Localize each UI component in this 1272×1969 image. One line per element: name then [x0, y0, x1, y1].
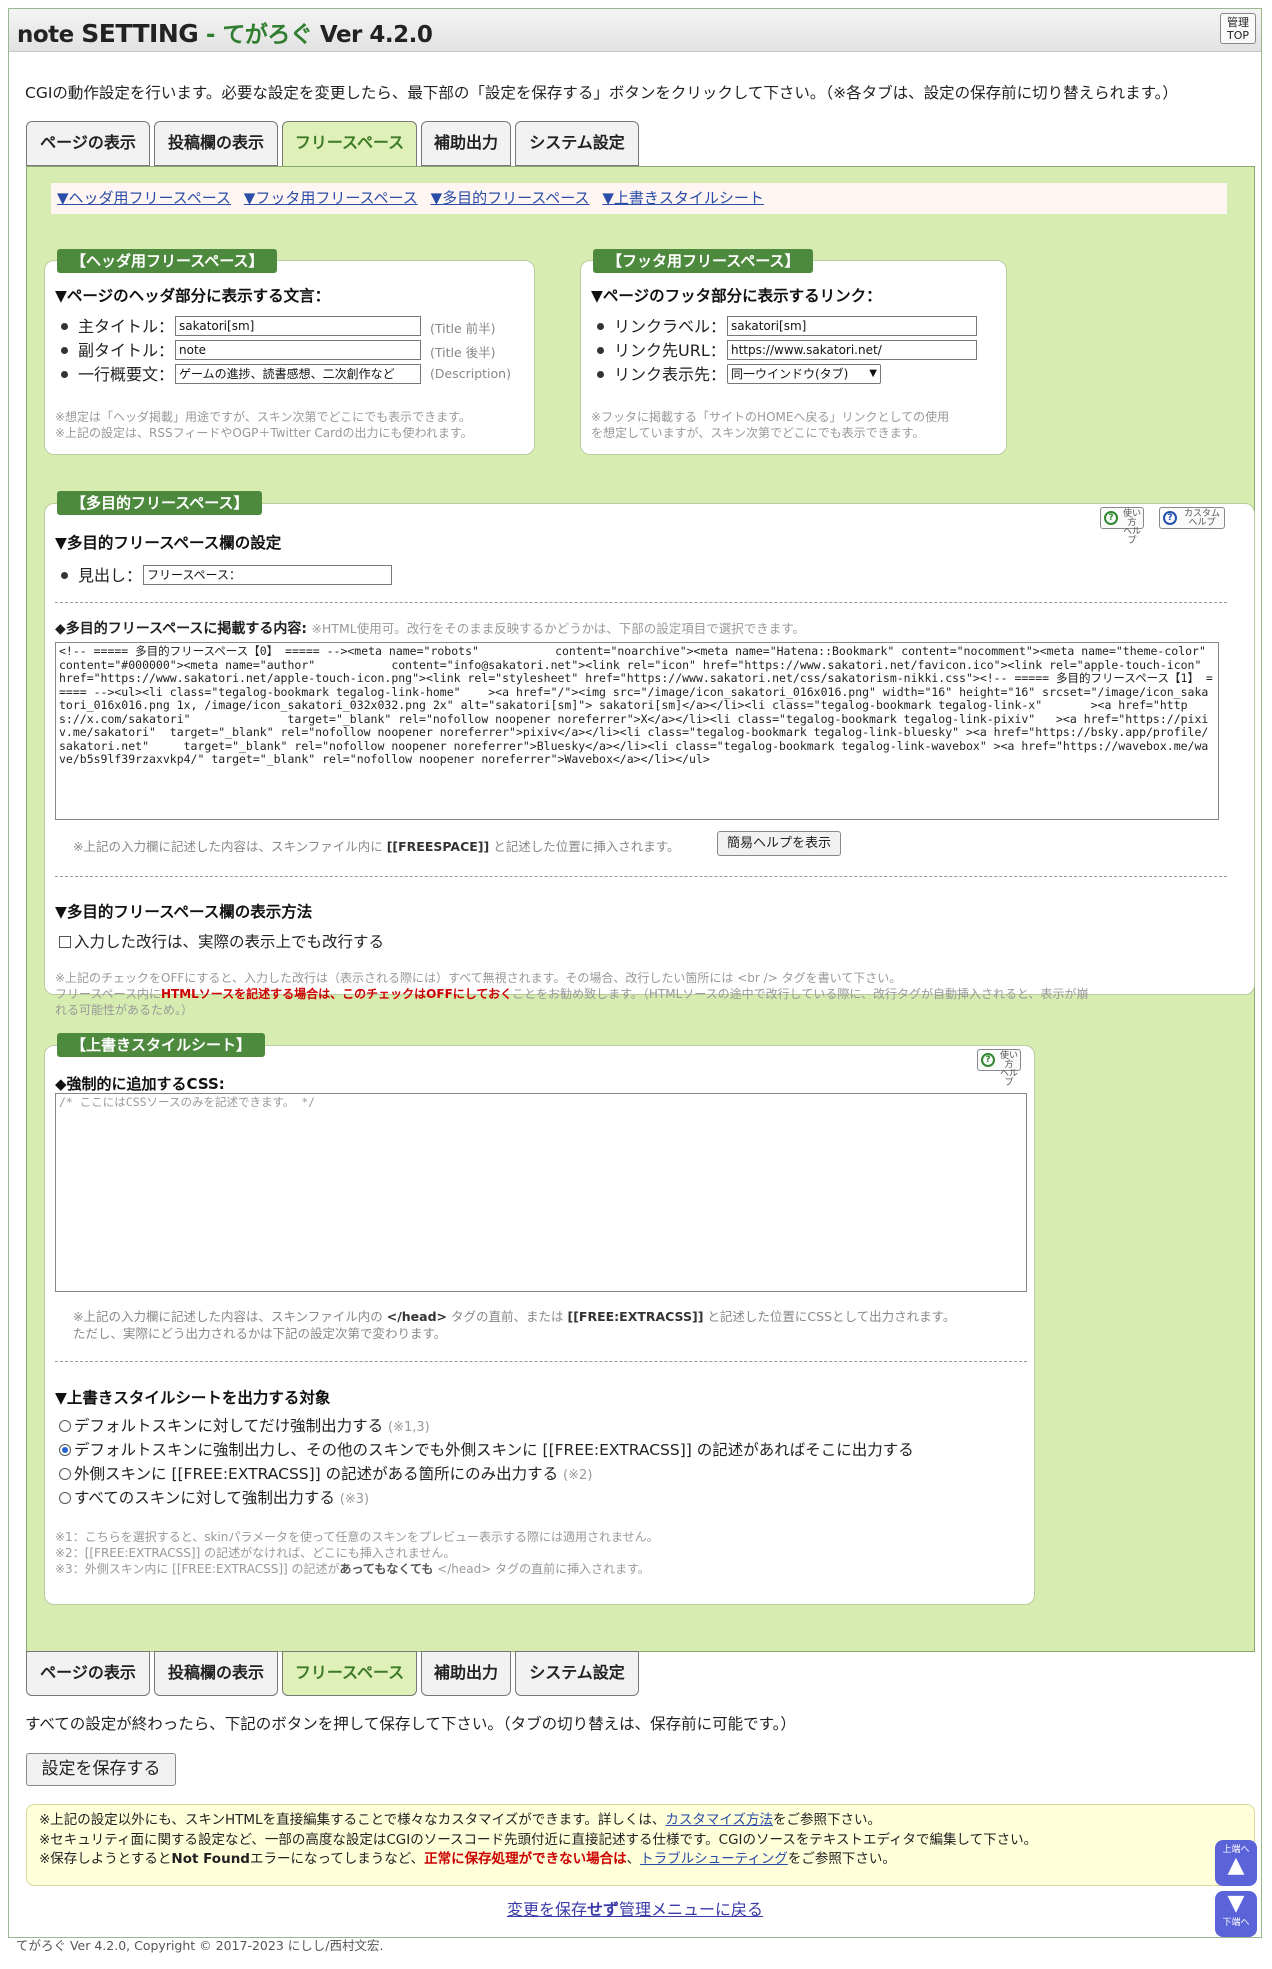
css-target-option-1[interactable]: デフォルトスキンに対してだけ強制出力する (※1,3)	[59, 1414, 430, 1436]
newline-checkbox[interactable]	[59, 936, 71, 948]
settings-window: note SETTING - てがろぐ Ver 4.2.0 管理 TOP CGI…	[8, 8, 1262, 1938]
anchor-links: ▼ヘッダ用フリースペース ▼フッタ用フリースペース ▼多目的フリースペース ▼上…	[51, 183, 1227, 214]
header-freespace-box: ▼ページのヘッダ部分に表示する文言： 主タイトル： sakatori[sm] (…	[44, 260, 535, 455]
footer-note-2: を想定していますが、スキン次第でどこにでも表示できます。	[591, 426, 925, 440]
footer-freespace-heading: ▼ページのフッタ部分に表示するリンク：	[591, 287, 882, 305]
multi-freespace-label: 【多目的フリースペース】	[57, 491, 263, 515]
link-url-label: リンク先URL：	[591, 337, 726, 361]
admin-top-button[interactable]: 管理 TOP	[1220, 13, 1256, 44]
override-css-label: 【上書きスタイルシート】	[57, 1033, 266, 1057]
anchor-header-freespace[interactable]: ▼ヘッダ用フリースペース	[57, 189, 231, 207]
css-target-option-3[interactable]: 外側スキンに [[FREE:EXTRACSS]] の記述がある箇所にのみ出力する…	[59, 1462, 592, 1484]
multi-freespace-textarea[interactable]: <!-- ===== 多目的フリースペース【0】 ===== --><meta …	[55, 642, 1219, 820]
midashi-label: 見出し：	[55, 562, 142, 586]
css-target-option-2[interactable]: デフォルトスキンに強制出力し、その他のスキンでも外側スキンに [[FREE:EX…	[59, 1438, 914, 1460]
tab-page-display[interactable]: ページの表示	[26, 1651, 150, 1696]
save-button[interactable]: 設定を保存する	[26, 1753, 176, 1786]
main-title-input[interactable]: sakatori[sm]	[175, 316, 421, 336]
page-title: note SETTING - てがろぐ Ver 4.2.0	[17, 19, 433, 48]
scroll-to-bottom-button[interactable]: ▼ 下端へ	[1215, 1891, 1257, 1937]
customize-link[interactable]: カスタマイズ方法	[665, 1812, 773, 1828]
header-description-label: 一行概要文：	[55, 361, 174, 385]
help-icon: ?	[981, 1053, 995, 1067]
tab-system-settings[interactable]: システム設定	[515, 121, 639, 166]
header-note-1: ※想定は「ヘッダ掲載」用途ですが、スキン次第でどこにでも表示できます。	[55, 410, 471, 424]
description-input[interactable]: ゲームの進捗、読書感想、二次創作など	[175, 364, 421, 384]
intro-text: CGIの動作設定を行います。必要な設定を変更したら、最下部の「設定を保存する」ボ…	[25, 84, 1178, 102]
custom-help-button[interactable]: ? カスタム ヘルプ	[1159, 507, 1225, 529]
footer-freespace-label: 【フッタ用フリースペース】	[593, 249, 814, 273]
tab-page-display[interactable]: ページの表示	[26, 121, 150, 166]
radio-button[interactable]	[59, 1468, 71, 1480]
link-target-select[interactable]: 同一ウインドウ(タブ) ▼	[727, 364, 881, 384]
newline-checkbox-row[interactable]: 入力した改行は、実際の表示上でも改行する	[59, 930, 384, 952]
tab-aux-output[interactable]: 補助出力	[421, 121, 511, 166]
content-heading-row: ◆多目的フリースペースに掲載する内容: ※HTML使用可。改行をそのまま反映する…	[55, 621, 805, 637]
tab-aux-output[interactable]: 補助出力	[421, 1651, 511, 1696]
sub-title-input[interactable]: note	[175, 340, 421, 360]
footer-note-1: ※フッタに掲載する「サイトのHOMEへ戻る」リンクとしての使用	[591, 410, 950, 424]
header-note-2: ※上記の設定は、RSSフィードやOGP＋Twitter Cardの出力にも使われ…	[55, 426, 473, 440]
arrow-up-icon: ▲	[1227, 1853, 1245, 1878]
anchor-footer-freespace[interactable]: ▼フッタ用フリースペース	[244, 189, 418, 207]
css-textarea[interactable]: /* ここにはCSSソースのみを記述できます。 */	[55, 1093, 1027, 1292]
multi-settings-heading: ▼多目的フリースペース欄の設定	[55, 534, 282, 552]
sub-title-hint: (Title 後半)	[430, 345, 496, 360]
tab-post-display[interactable]: 投稿欄の表示	[154, 1651, 278, 1696]
freespace-panel: ▼ヘッダ用フリースペース ▼フッタ用フリースペース ▼多目的フリースペース ▼上…	[26, 166, 1255, 1652]
header-freespace-heading: ▼ページのヘッダ部分に表示する文言：	[55, 287, 331, 305]
title-bar: note SETTING - てがろぐ Ver 4.2.0 管理 TOP	[9, 9, 1261, 52]
troubleshooting-link[interactable]: トラブルシューティング	[640, 1851, 788, 1867]
tab-system-settings[interactable]: システム設定	[515, 1651, 639, 1696]
arrow-down-icon: ▼	[1227, 1891, 1245, 1916]
usage-help-button[interactable]: ? 使い方 ヘルプ	[1100, 507, 1144, 546]
radio-button[interactable]	[59, 1492, 71, 1504]
chevron-down-icon: ▼	[869, 368, 877, 379]
css-footnotes: ※1：こちらを選択すると、skinパラメータを使って任意のスキンをプレビュー表示…	[55, 1530, 659, 1576]
main-title-hint: (Title 前半)	[430, 321, 496, 336]
header-sub-title-label: 副タイトル：	[55, 337, 174, 361]
divider	[55, 876, 1227, 877]
header-freespace-label: 【ヘッダ用フリースペース】	[57, 249, 278, 273]
scroll-to-top-button[interactable]: 上端へ ▲	[1215, 1840, 1257, 1886]
help-icon: ?	[1163, 511, 1177, 525]
tab-freespace[interactable]: フリースペース	[282, 121, 417, 167]
divider	[55, 602, 1227, 603]
radio-button-selected[interactable]	[59, 1444, 71, 1456]
link-label-label: リンクラベル：	[591, 313, 726, 337]
css-insert-note: ※上記の入力欄に記述した内容は、スキンファイル内の </head> タグの直前、…	[73, 1309, 956, 1341]
multi-notes: ※上記のチェックをOFFにすると、入力した改行は（表示される際には）すべて無視さ…	[55, 971, 1089, 1017]
back-to-admin-link[interactable]: 変更を保存せず管理メニューに戻る	[9, 1896, 1261, 1920]
description-hint: (Description)	[430, 366, 511, 381]
usage-help-button[interactable]: ? 使い方 ヘルプ	[977, 1049, 1021, 1088]
link-url-input[interactable]: https://www.sakatori.net/	[727, 340, 977, 360]
link-target-label: リンク表示先：	[591, 361, 726, 385]
divider	[55, 1361, 1027, 1362]
midashi-input[interactable]: フリースペース：	[143, 565, 392, 585]
radio-button[interactable]	[59, 1420, 71, 1432]
link-label-input[interactable]: sakatori[sm]	[727, 316, 977, 336]
save-instruction: すべての設定が終わったら、下記のボタンを押して保存して下さい。（タブの切り替えは…	[25, 1715, 796, 1733]
override-css-box: ? 使い方 ヘルプ ◆強制的に追加するCSS: /* ここにはCSSソースのみを記…	[44, 1045, 1035, 1605]
header-main-title-label: 主タイトル：	[55, 313, 174, 337]
footer-freespace-box: ▼ページのフッタ部分に表示するリンク： リンクラベル： sakatori[sm]…	[580, 260, 1007, 455]
css-target-heading: ▼上書きスタイルシートを出力する対象	[55, 1389, 331, 1407]
copyright-footer: てがろぐ Ver 4.2.0, Copyright © 2017-2023 にし…	[16, 1938, 384, 1953]
anchor-multi-freespace[interactable]: ▼多目的フリースペース	[431, 189, 590, 207]
info-box: ※上記の設定以外にも、スキンHTMLを直接編集することで様々なカスタマイズができ…	[26, 1804, 1255, 1886]
multi-freespace-box: ? 使い方 ヘルプ ? カスタム ヘルプ ▼多目的フリースペース欄の設定 見出し： …	[44, 503, 1255, 1017]
display-method-heading: ▼多目的フリースペース欄の表示方法	[55, 903, 313, 921]
tab-freespace[interactable]: フリースペース	[282, 1651, 417, 1696]
anchor-override-css[interactable]: ▼上書きスタイルシート	[602, 189, 764, 207]
easy-help-button[interactable]: 簡易ヘルプを表示	[717, 831, 841, 856]
css-heading: ◆強制的に追加するCSS:	[55, 1075, 225, 1093]
css-target-option-4[interactable]: すべてのスキンに対して強制出力する (※3)	[59, 1486, 369, 1508]
insert-note: ※上記の入力欄に記述した内容は、スキンファイル内に [[FREESPACE]] …	[73, 839, 680, 854]
help-icon: ?	[1104, 511, 1118, 525]
tab-post-display[interactable]: 投稿欄の表示	[154, 121, 278, 166]
